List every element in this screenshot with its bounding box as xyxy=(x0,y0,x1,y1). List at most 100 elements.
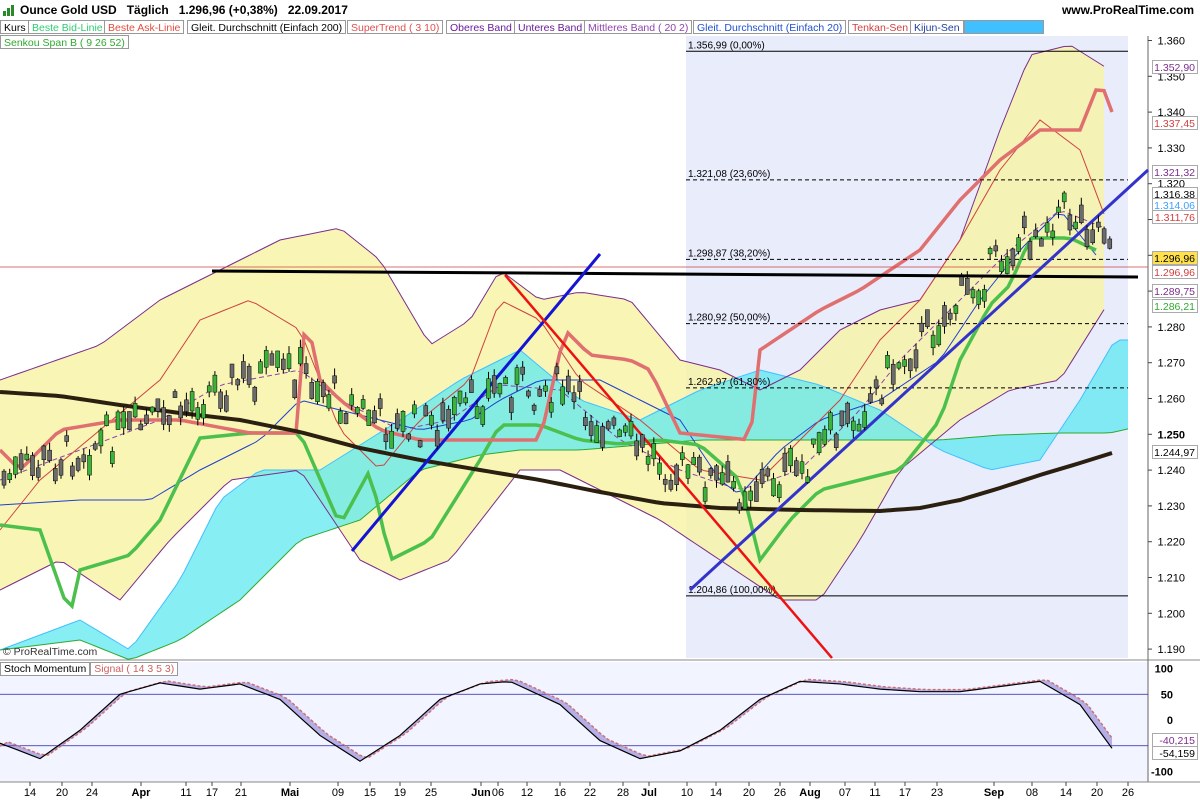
price-axis-label: 1.360 xyxy=(1157,36,1185,48)
candle-body xyxy=(970,289,976,299)
candle-body xyxy=(486,378,491,399)
stoch-legend-signal[interactable]: Signal ( 14 3 5 3) xyxy=(90,662,179,676)
candle-body xyxy=(600,426,605,448)
candle-body xyxy=(201,404,206,419)
candle-body xyxy=(594,425,600,443)
price-chart[interactable]: 1.356,99 (0,00%) 1.321,08 (23,60%) 1.298,8… xyxy=(0,0,1200,800)
candle-body xyxy=(868,393,873,403)
candle-body xyxy=(828,412,833,431)
candle-body xyxy=(634,440,639,457)
candle-body xyxy=(697,456,702,473)
candle-body xyxy=(543,385,548,392)
time-axis-label: 26 xyxy=(774,787,786,799)
candle-body xyxy=(440,402,446,421)
price-value-box: 1.289,75 xyxy=(1152,284,1198,298)
candle-body xyxy=(195,407,201,420)
candle-body xyxy=(628,421,634,437)
time-axis-label: 07 xyxy=(839,787,851,799)
candle-body xyxy=(982,289,987,302)
candle-body xyxy=(269,353,275,366)
candle-body xyxy=(651,443,657,460)
candle-body xyxy=(657,462,662,475)
candle-body xyxy=(292,379,297,399)
legend-item[interactable]: Senkou Span B ( 9 26 52) xyxy=(0,35,129,49)
candle-body xyxy=(303,363,309,374)
candle-body xyxy=(252,386,258,402)
candle-body xyxy=(87,455,92,476)
candle-body xyxy=(805,476,810,483)
candle-body xyxy=(64,435,69,442)
candle-body xyxy=(708,468,714,476)
candle-body xyxy=(395,413,400,429)
candle-body xyxy=(132,403,138,418)
legend-item[interactable]: Mittleres Band ( 20 2) xyxy=(584,20,693,34)
legend-item[interactable]: Tenkan-Sen xyxy=(848,20,913,34)
legend-item[interactable]: Gleit. Durchschnitt (Einfach 20) xyxy=(693,20,847,34)
price-axis-label: 1.260 xyxy=(1157,394,1185,406)
stoch-value-box: -54,159 xyxy=(1152,746,1198,760)
legend-item[interactable]: Beste Bid-Linie xyxy=(28,20,107,34)
candle-body xyxy=(947,312,953,320)
candle-body xyxy=(24,453,30,461)
time-axis-label: 15 xyxy=(364,787,376,799)
candle-body xyxy=(885,355,890,369)
legend-item[interactable]: Kijun-Sen xyxy=(910,20,964,34)
legend-item[interactable]: Unteres Band xyxy=(514,20,587,34)
fibonacci-level-label: 1.356,99 (0,00%) xyxy=(688,40,765,51)
candle-body xyxy=(702,487,708,502)
candle-body xyxy=(919,322,924,333)
candle-body xyxy=(469,379,474,393)
candle-body xyxy=(138,423,144,431)
candle-body xyxy=(377,398,383,409)
candle-body xyxy=(115,411,121,430)
candle-body xyxy=(98,429,104,447)
time-axis-label: 28 xyxy=(617,787,629,799)
time-axis-label: Sep xyxy=(984,787,1004,799)
legend-item[interactable]: Kurs xyxy=(0,20,30,34)
legend-item[interactable]: Senkou Span A xyxy=(964,20,1044,34)
time-axis-label: 20 xyxy=(743,787,755,799)
candle-body xyxy=(144,414,149,424)
legend-item[interactable]: Gleit. Durchschnitt (Einfach 200) xyxy=(187,20,347,34)
candle-body xyxy=(246,365,252,385)
candle-body xyxy=(640,434,645,448)
candle-body xyxy=(1067,214,1073,231)
candle-body xyxy=(241,361,246,379)
price-axis-label: 1.220 xyxy=(1157,537,1185,549)
candle-body xyxy=(1107,238,1113,249)
candle-body xyxy=(577,381,582,392)
candle-body xyxy=(1,470,7,486)
candle-body xyxy=(434,430,440,447)
candle-body xyxy=(480,406,486,425)
candle-body xyxy=(554,366,560,375)
candle-body xyxy=(993,245,999,252)
candle-body xyxy=(41,445,47,460)
candle-body xyxy=(509,397,514,413)
fibonacci-level-label: 1.204,86 (100,00%) xyxy=(688,585,776,596)
stoch-axis-label: 50 xyxy=(1161,689,1173,701)
candle-body xyxy=(725,461,731,483)
candle-body xyxy=(47,449,52,462)
time-axis-label: 10 xyxy=(681,787,693,799)
candle-body xyxy=(53,468,58,482)
legend-item[interactable]: SuperTrend ( 3 10) xyxy=(347,20,444,34)
stoch-legend-name[interactable]: Stoch Momentum xyxy=(0,662,91,676)
candle-body xyxy=(930,334,936,349)
candle-body xyxy=(680,452,685,460)
candle-body xyxy=(463,397,468,404)
candle-body xyxy=(851,420,856,431)
candle-body xyxy=(999,260,1004,272)
candle-body xyxy=(794,460,799,476)
legend-item[interactable]: Beste Ask-Linie xyxy=(104,20,185,34)
candle-body xyxy=(645,455,651,465)
candle-body xyxy=(13,456,18,475)
candle-body xyxy=(588,421,594,436)
candle-body xyxy=(452,396,457,415)
price-value-box: 1.296,96 xyxy=(1152,265,1198,279)
candle-body xyxy=(788,448,793,467)
time-axis-label: Jun xyxy=(471,787,491,799)
time-axis-label: 09 xyxy=(332,787,344,799)
candle-body xyxy=(965,277,970,295)
legend-item[interactable]: Oberes Band xyxy=(446,20,516,34)
candle-body xyxy=(526,390,531,397)
